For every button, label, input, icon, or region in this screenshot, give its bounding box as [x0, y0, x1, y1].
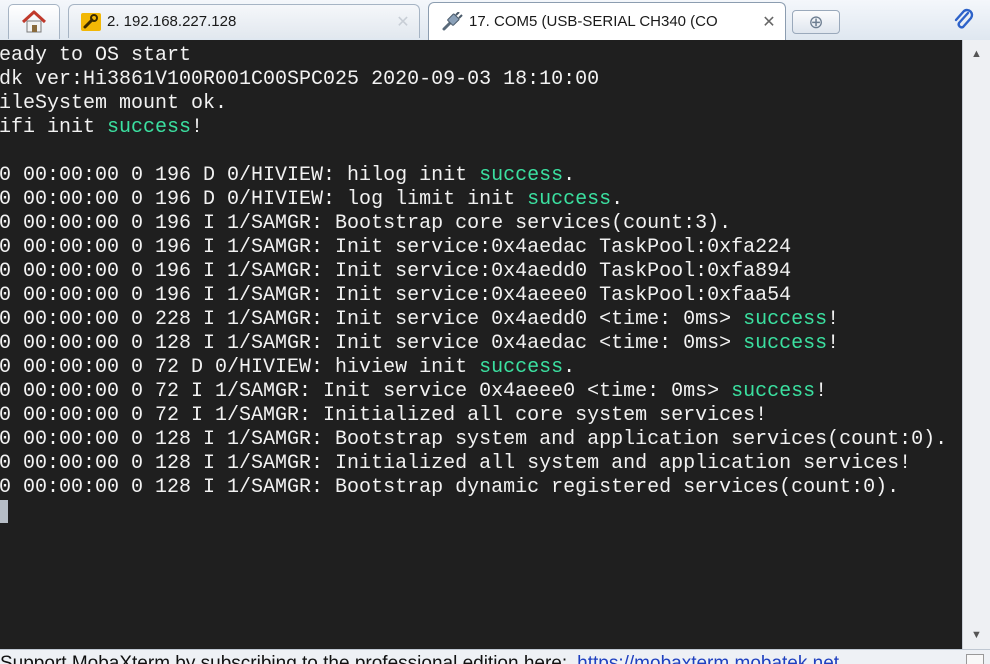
subscription-link[interactable]: https://mobaxterm.mobatek.net [577, 653, 839, 664]
terminal-text: 00 00:00:00 0 196 I 1/SAMGR: Init servic… [0, 236, 792, 259]
terminal-line: 00 00:00:00 0 196 I 1/SAMGR: Init servic… [0, 284, 947, 308]
terminal-text: ! [827, 308, 840, 331]
terminal-line: 00 00:00:00 0 128 I 1/SAMGR: Bootstrap d… [0, 476, 947, 500]
terminal-line: 00 00:00:00 0 196 I 1/SAMGR: Bootstrap c… [0, 212, 947, 236]
terminal-line: 00 00:00:00 0 228 I 1/SAMGR: Init servic… [0, 308, 947, 332]
terminal-text: 00 00:00:00 0 72 I 1/SAMGR: Init service… [0, 380, 732, 403]
terminal-text: 00 00:00:00 0 72 D 0/HIVIEW: hiview init [0, 356, 480, 379]
terminal-line: wifi init success! [0, 116, 947, 140]
terminal-line: ready to OS start [0, 44, 947, 68]
terminal-line: 00 00:00:00 0 196 D 0/HIVIEW: hilog init… [0, 164, 947, 188]
ssh-wrench-icon [81, 12, 101, 31]
scroll-down-arrow-icon[interactable]: ▼ [963, 625, 990, 645]
terminal-line: 00 00:00:00 0 72 D 0/HIVIEW: hiview init… [0, 356, 947, 380]
terminal-text: 00 00:00:00 0 196 D 0/HIVIEW: log limit … [0, 188, 528, 211]
terminal-text: ! [827, 332, 840, 355]
success-text: success [479, 356, 564, 379]
terminal-text: 00 00:00:00 0 196 D 0/HIVIEW: hilog init [0, 164, 480, 187]
home-icon [21, 10, 47, 33]
status-corner-icon [966, 654, 984, 664]
paperclip-icon [954, 8, 974, 29]
terminal-text: . [563, 164, 576, 187]
close-tab-icon[interactable]: ✕ [759, 12, 779, 32]
terminal-lines: ready to OS start sdk ver:Hi3861V100R001C… [0, 44, 947, 500]
status-text: Support MobaXterm by subscribing to the … [0, 653, 568, 664]
terminal-line: FileSystem mount ok. [0, 92, 947, 116]
terminal-line: 00 00:00:00 0 128 I 1/SAMGR: Init servic… [0, 332, 947, 356]
terminal-text: 00 00:00:00 0 72 I 1/SAMGR: Initialized … [0, 404, 768, 427]
terminal-line: 00 00:00:00 0 196 I 1/SAMGR: Init servic… [0, 260, 947, 284]
attach-button[interactable] [950, 6, 978, 34]
tab-label: 17. COM5 (USB-SERIAL CH340 (CO [469, 13, 718, 30]
terminal-line: 00 00:00:00 0 196 I 1/SAMGR: Init servic… [0, 236, 947, 260]
terminal-output[interactable]: ready to OS start sdk ver:Hi3861V100R001C… [0, 40, 962, 649]
terminal-text: . [611, 188, 624, 211]
terminal-text: 00 00:00:00 0 196 I 1/SAMGR: Init servic… [0, 284, 792, 307]
new-tab-button[interactable]: ⊕ [792, 10, 840, 34]
terminal-text: ! [191, 116, 204, 139]
terminal-text: 00 00:00:00 0 128 I 1/SAMGR: Init servic… [0, 332, 744, 355]
terminal-text: 00 00:00:00 0 196 I 1/SAMGR: Bootstrap c… [0, 212, 732, 235]
terminal-text: FileSystem mount ok. [0, 92, 228, 115]
status-message: Support MobaXterm by subscribing to the … [0, 653, 839, 664]
terminal-line: 00 00:00:00 0 128 I 1/SAMGR: Bootstrap s… [0, 428, 947, 452]
success-text: success [107, 116, 192, 139]
terminal-text: 00 00:00:00 0 196 I 1/SAMGR: Init servic… [0, 260, 792, 283]
terminal-line: 00 00:00:00 0 72 I 1/SAMGR: Initialized … [0, 404, 947, 428]
terminal-text: 00 00:00:00 0 128 I 1/SAMGR: Bootstrap s… [0, 428, 948, 451]
terminal-text: wifi init [0, 116, 96, 139]
close-tab-icon[interactable]: ✕ [393, 12, 413, 32]
terminal-line: 00 00:00:00 0 72 I 1/SAMGR: Init service… [0, 380, 947, 404]
tab-serial-session[interactable]: 17. COM5 (USB-SERIAL CH340 (CO ✕ [428, 2, 786, 40]
serial-plug-icon [442, 11, 463, 30]
terminal-text: 00 00:00:00 0 228 I 1/SAMGR: Init servic… [0, 308, 744, 331]
terminal-line: sdk ver:Hi3861V100R001C00SPC025 2020-09-… [0, 68, 947, 92]
terminal-text: ! [815, 380, 828, 403]
success-text: success [743, 332, 828, 355]
success-text: success [743, 308, 828, 331]
success-text: success [731, 380, 816, 403]
terminal-text: ready to OS start [0, 44, 192, 67]
success-text: success [479, 164, 564, 187]
scroll-up-arrow-icon[interactable]: ▲ [963, 44, 990, 64]
tab-bar: 2. 192.168.227.128 ✕ 17. COM5 (USB-SERIA… [0, 0, 990, 41]
terminal-cursor [0, 500, 8, 523]
terminal-text: 00 00:00:00 0 128 I 1/SAMGR: Initialized… [0, 452, 912, 475]
plus-icon: ⊕ [808, 12, 824, 32]
terminal-line: 00 00:00:00 0 128 I 1/SAMGR: Initialized… [0, 452, 947, 476]
vertical-scrollbar[interactable]: ▲ ▼ [962, 40, 990, 649]
terminal-line: 00 00:00:00 0 196 D 0/HIVIEW: log limit … [0, 188, 947, 212]
tab-label: 2. 192.168.227.128 [107, 13, 237, 30]
terminal-text: . [563, 356, 576, 379]
status-bar: Support MobaXterm by subscribing to the … [0, 649, 990, 664]
terminal-text: sdk ver:Hi3861V100R001C00SPC025 2020-09-… [0, 68, 600, 91]
success-text: success [527, 188, 612, 211]
terminal-text: 00 00:00:00 0 128 I 1/SAMGR: Bootstrap d… [0, 476, 900, 499]
home-tab[interactable] [8, 4, 60, 39]
tab-ssh-session[interactable]: 2. 192.168.227.128 ✕ [68, 4, 420, 38]
